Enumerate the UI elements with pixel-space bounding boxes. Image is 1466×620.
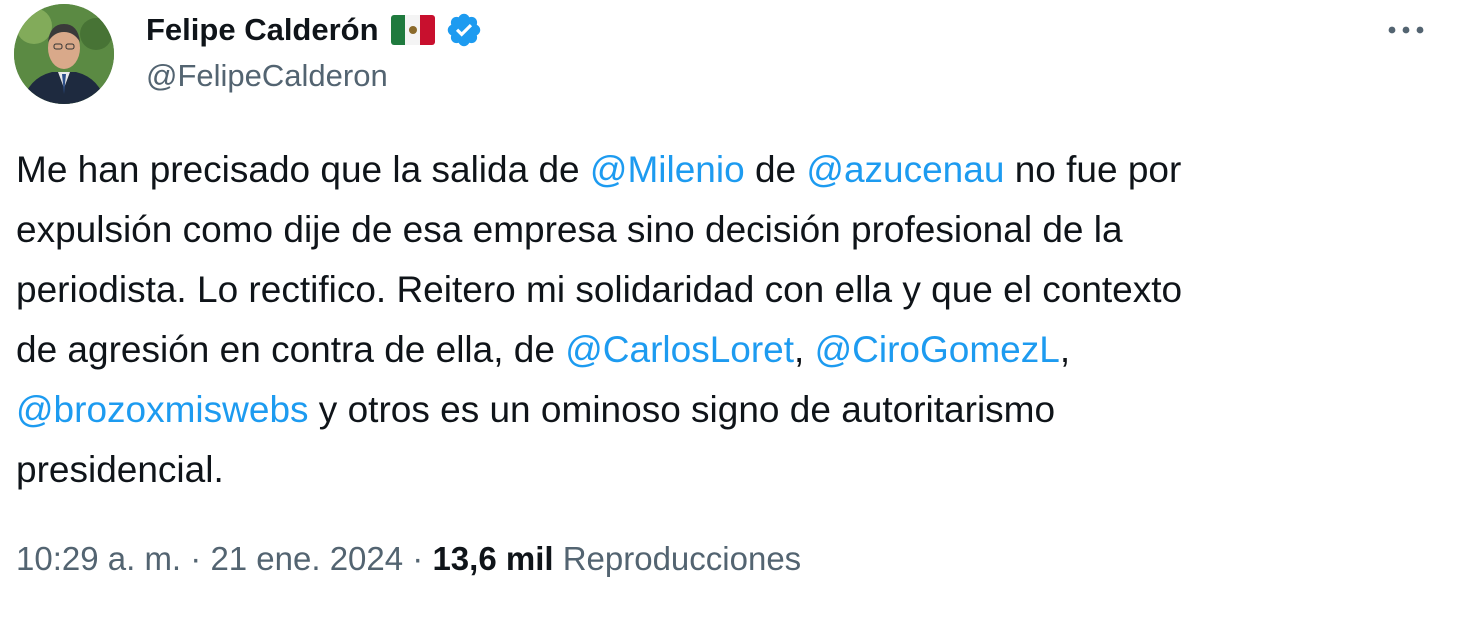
tweet-text-line: Me han precisado que la salida de @Milen… bbox=[16, 140, 1436, 200]
author-display-name[interactable]: Felipe Calderón bbox=[146, 12, 379, 48]
views-label: Reproducciones bbox=[562, 540, 802, 577]
author-name-row: Felipe Calderón bbox=[146, 8, 483, 52]
tweet-text-line: periodista. Lo rectifico. Reitero mi sol… bbox=[16, 260, 1436, 320]
tweet-text-segment: periodista. Lo rectifico. Reitero mi sol… bbox=[16, 269, 1183, 310]
more-horizontal-icon bbox=[1388, 26, 1424, 34]
avatar-photo-icon bbox=[14, 4, 114, 104]
mention-link[interactable]: @Milenio bbox=[590, 149, 745, 190]
tweet-text-segment: Me han precisado que la salida de bbox=[16, 149, 590, 190]
mention-link[interactable]: @CarlosLoret bbox=[565, 329, 794, 370]
tweet-text-line: presidencial. bbox=[16, 440, 1436, 500]
tweet-text-line: de agresión en contra de ella, de @Carlo… bbox=[16, 320, 1436, 380]
tweet-text-line: @brozoxmiswebs y otros es un ominoso sig… bbox=[16, 380, 1436, 440]
tweet-text-segment: y otros es un ominoso signo de autoritar… bbox=[308, 389, 1056, 430]
mention-link[interactable]: @CiroGomezL bbox=[815, 329, 1060, 370]
tweet-text-segment: , bbox=[794, 329, 815, 370]
tweet-text-segment: de bbox=[744, 149, 807, 190]
tweet-text-line: expulsión como dije de esa empresa sino … bbox=[16, 200, 1436, 260]
meta-separator: · bbox=[181, 540, 211, 577]
tweet-text-segment: expulsión como dije de esa empresa sino … bbox=[16, 209, 1123, 250]
tweet-meta: 10:29 a. m. · 21 ene. 2024 · 13,6 mil Re… bbox=[16, 540, 801, 578]
verified-badge-icon bbox=[447, 13, 480, 47]
tweet-card: Felipe Calderón @FelipeCalderon Me han p… bbox=[0, 0, 1466, 620]
tweet-text-segment: no fue por bbox=[1004, 149, 1182, 190]
tweet-time[interactable]: 10:29 a. m. bbox=[16, 540, 181, 577]
views-count: 13,6 mil bbox=[432, 540, 554, 577]
mexico-flag-icon bbox=[390, 15, 435, 45]
more-options-button[interactable] bbox=[1384, 14, 1428, 44]
meta-separator: · bbox=[403, 540, 433, 577]
mention-link[interactable]: @azucenau bbox=[806, 149, 1004, 190]
mention-link[interactable]: @brozoxmiswebs bbox=[16, 389, 309, 430]
author-handle[interactable]: @FelipeCalderon bbox=[146, 58, 388, 94]
tweet-text: Me han precisado que la salida de @Milen… bbox=[16, 140, 1436, 500]
tweet-date[interactable]: 21 ene. 2024 bbox=[210, 540, 403, 577]
avatar[interactable] bbox=[14, 4, 114, 104]
tweet-text-segment: presidencial. bbox=[16, 449, 224, 490]
tweet-text-segment: , bbox=[1059, 329, 1071, 370]
tweet-text-segment: de agresión en contra de ella, de bbox=[16, 329, 566, 370]
